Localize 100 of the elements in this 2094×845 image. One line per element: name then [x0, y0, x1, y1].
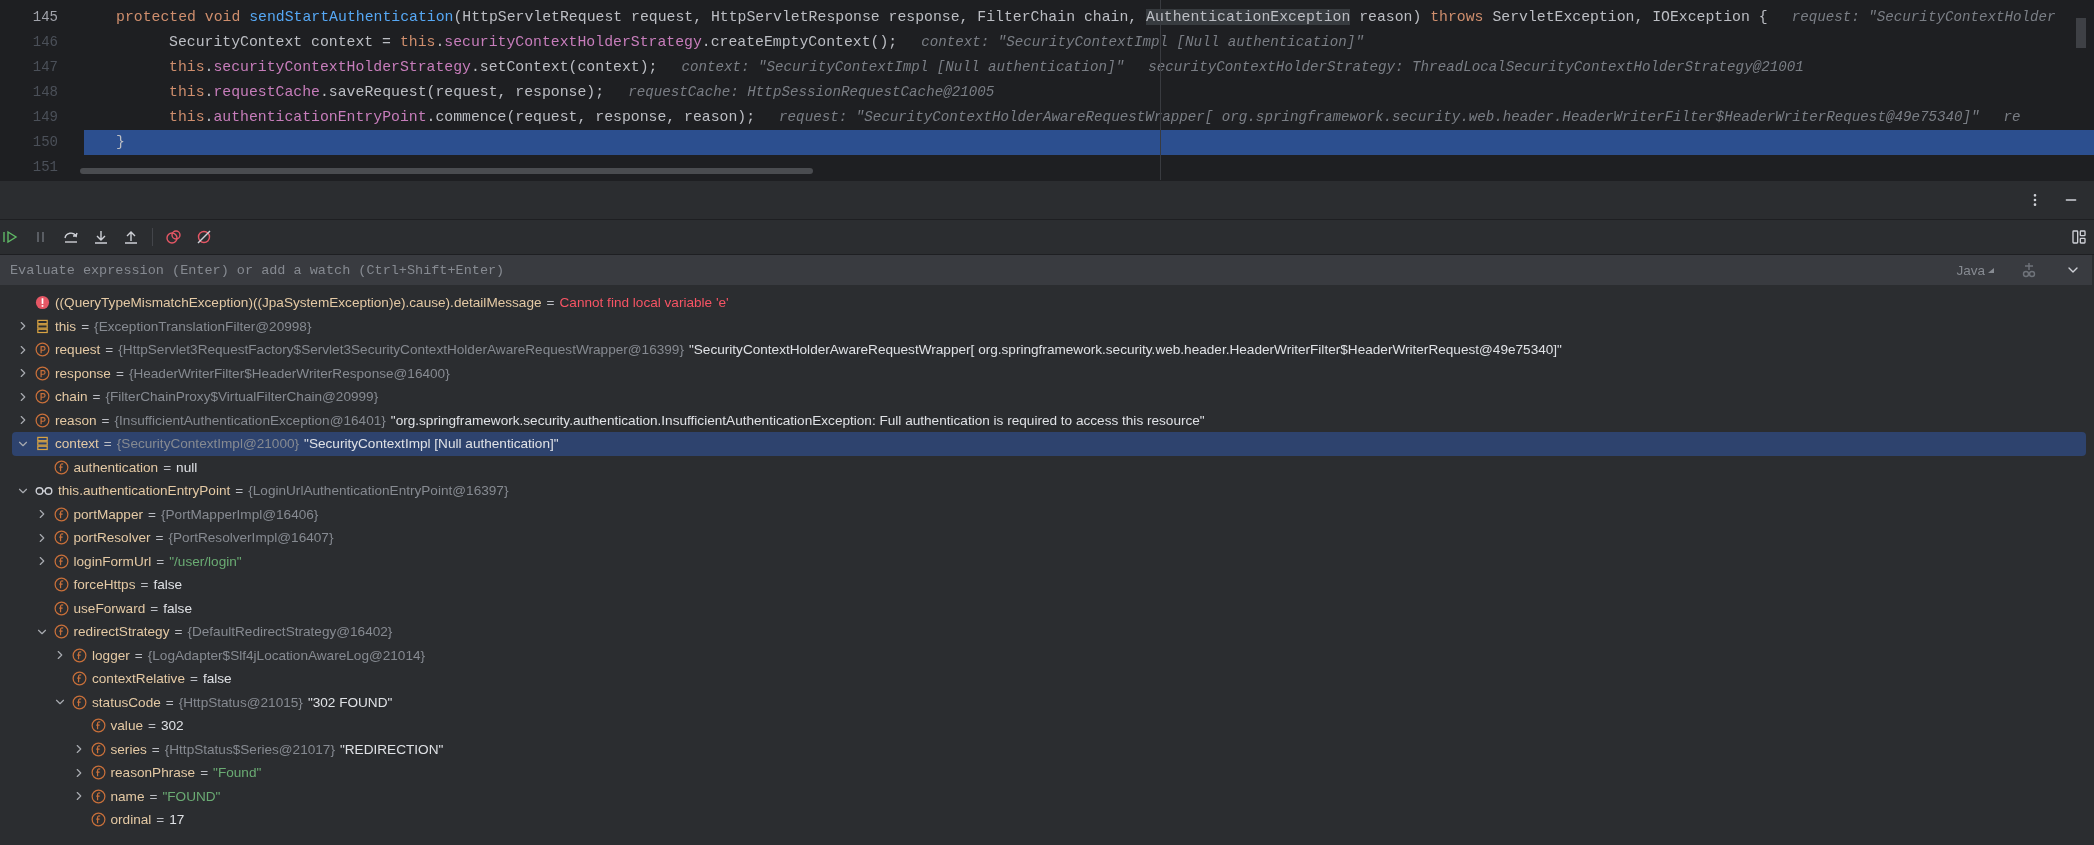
- variable-reference: {LogAdapter$Slf4jLocationAwareLog@21014}: [147, 647, 426, 663]
- step-into-icon[interactable]: [92, 229, 110, 245]
- layout-icon[interactable]: [2071, 229, 2087, 245]
- code-token: throws: [1430, 8, 1485, 25]
- equals-sign: =: [546, 295, 555, 311]
- horizontal-scrollbar[interactable]: [80, 168, 813, 174]
- variable-name: reasonPhrase: [110, 765, 196, 781]
- code-token: .createEmptyContext();: [701, 33, 898, 50]
- code-token: this: [169, 109, 205, 126]
- variable-name: contextRelative: [92, 671, 185, 687]
- resume-icon[interactable]: [2, 229, 20, 245]
- variable-name: context: [55, 436, 99, 452]
- field-icon: [90, 741, 106, 757]
- variable-row[interactable]: chain = {FilterChainProxy$VirtualFilterChain@20999}: [12, 385, 2086, 409]
- variable-row[interactable]: portResolver = {PortResolverImpl@16407}: [12, 526, 2086, 550]
- variable-row[interactable]: ordinal = 17: [12, 808, 2086, 832]
- variable-value: 302: [160, 718, 184, 734]
- variable-row[interactable]: this.authenticationEntryPoint = {LoginUrlAuthenticationEntryPoint@16397}: [12, 479, 2086, 503]
- equals-sign: =: [200, 765, 209, 781]
- variable-row[interactable]: value = 302: [12, 714, 2086, 738]
- field-icon: [90, 788, 106, 804]
- variable-name: ordinal: [110, 812, 152, 828]
- variable-name: response: [55, 365, 111, 381]
- variable-reference: {DefaultRedirectStrategy@16402}: [187, 624, 393, 640]
- inline-value-hint: context: "SecurityContextImpl [Null authentication]": [921, 33, 1364, 50]
- variable-name: statusCode: [92, 694, 161, 710]
- variable-name: chain: [55, 389, 88, 405]
- variable-value: "REDIRECTION": [339, 741, 444, 757]
- variable-name: authentication: [73, 459, 159, 475]
- field-icon: [53, 600, 69, 616]
- mute-breakpoints-icon[interactable]: [195, 229, 213, 245]
- equals-sign: =: [151, 741, 160, 757]
- variable-name: useForward: [73, 600, 146, 616]
- variable-row[interactable]: response = {HeaderWriterFilter$HeaderWriterResponse@16400}: [12, 361, 2086, 385]
- code-token: this: [399, 33, 436, 50]
- code-token: .commence(request, response, reason);: [426, 109, 756, 126]
- variable-row[interactable]: series = {HttpStatus$Series@21017} "REDIRECTION": [12, 737, 2086, 761]
- variable-row[interactable]: redirectStrategy = {DefaultRedirectStrategy@16402}: [12, 620, 2086, 644]
- variable-row[interactable]: portMapper = {PortMapperImpl@16406}: [12, 502, 2086, 526]
- inline-value-hint: requestCache: HttpSessionRequestCache@21005: [628, 84, 995, 100]
- variable-value: "/user/login": [169, 553, 242, 569]
- inline-value-hint: re: [2003, 109, 2021, 126]
- variable-row[interactable]: useForward = false: [12, 596, 2086, 620]
- variable-name: ((QueryTypeMismatchException)((JpaSystemException)e).cause).detailMessage: [55, 295, 542, 311]
- field-icon: [90, 765, 106, 781]
- code-token: securityContextHolderStrategy: [213, 58, 471, 75]
- inline-value-hint: context: "SecurityContextImpl [Null authentication]": [681, 58, 1125, 75]
- code-token: .saveRequest(request, response);: [320, 84, 605, 100]
- variable-row[interactable]: statusCode = {HttpStatus@21015} "302 FOUND": [12, 690, 2086, 714]
- equals-sign: =: [165, 694, 174, 710]
- field-icon: [72, 671, 87, 687]
- variable-name: loginFormUrl: [73, 553, 152, 569]
- equals-sign: =: [156, 553, 165, 569]
- field-icon: [53, 530, 69, 546]
- variable-row[interactable]: context = {SecurityContextImpl@21000} "SecurityContextImpl [Null authentication]": [12, 432, 2086, 456]
- code-token: securityContextHolderStrategy: [444, 33, 702, 50]
- caret-icon[interactable]: [1988, 267, 1994, 273]
- variable-row[interactable]: logger = {LogAdapter$Slf4jLocationAwareLog@21014}: [12, 643, 2086, 667]
- variable-value: "SecurityContextHolderAwareRequestWrapper[ org.springframework.security.web.header.HeaderWriterFilter$HeaderWriterRequest@49e75340]": [688, 342, 1562, 358]
- variable-reference: {HttpStatus$Series@21017}: [164, 741, 335, 757]
- variable-row[interactable]: contextRelative = false: [12, 667, 2086, 691]
- variable-row[interactable]: reason = {InsufficientAuthenticationException@16401} "org.springframework.security.authentication.InsufficientAuthenticationException: Full authentication is required to access this resource": [12, 408, 2086, 432]
- variable-row[interactable]: forceHttps = false: [12, 573, 2086, 597]
- code-token: .: [204, 109, 214, 126]
- variable-reference: {FilterChainProxy$VirtualFilterChain@20999}: [105, 389, 379, 405]
- variable-reference: {ExceptionTranslationFilter@20998}: [94, 318, 312, 334]
- equals-sign: =: [115, 365, 124, 381]
- variable-name: logger: [92, 647, 130, 663]
- variable-row[interactable]: ((QueryTypeMismatchException)((JpaSystemException)e).cause).detailMessage = Cannot find local variable 'e': [12, 291, 2086, 315]
- inline-value-hint: request: "SecurityContextHolderAwareRequestWrapper[ org.springframework.security.web.header.HeaderWriterFilter$HeaderWriterRequest@49e75340]": [779, 109, 1980, 126]
- field-icon: [53, 459, 69, 475]
- code-token: this: [169, 84, 205, 100]
- code-token: (HttpServletRequest request, HttpServletResponse response, FilterChain chain,: [453, 8, 1139, 25]
- variable-row[interactable]: reasonPhrase = "Found": [12, 761, 2086, 785]
- equals-sign: =: [101, 412, 110, 428]
- code-token: }: [116, 134, 125, 151]
- variable-row[interactable]: authentication = null: [12, 455, 2086, 479]
- step-over-icon[interactable]: [62, 229, 80, 245]
- breakpoints-icon[interactable]: [165, 229, 183, 245]
- variable-value: "FOUND": [162, 788, 221, 804]
- equals-sign: =: [134, 647, 143, 663]
- code-token: .: [435, 33, 445, 50]
- variable-row[interactable]: name = "FOUND": [12, 784, 2086, 808]
- equals-sign: =: [81, 318, 90, 334]
- variable-row[interactable]: this = {ExceptionTranslationFilter@20998}: [12, 314, 2086, 338]
- field-icon: [72, 647, 87, 663]
- variable-reference: {SecurityContextImpl@21000}: [116, 436, 300, 452]
- variable-name: series: [110, 741, 147, 757]
- step-out-icon[interactable]: [122, 229, 140, 245]
- equals-sign: =: [189, 671, 198, 687]
- equals-sign: =: [163, 459, 172, 475]
- stack-icon: [35, 436, 50, 452]
- variable-row[interactable]: loginFormUrl = "/user/login": [12, 549, 2086, 573]
- field-icon: [90, 718, 106, 734]
- code-token: requestCache: [213, 84, 320, 100]
- scroll-marker: [2076, 18, 2086, 48]
- parameter-icon: [35, 365, 50, 381]
- variable-reference: {InsufficientAuthenticationException@16401}: [114, 412, 386, 428]
- equals-sign: =: [92, 389, 101, 405]
- variable-value: "Found": [213, 765, 262, 781]
